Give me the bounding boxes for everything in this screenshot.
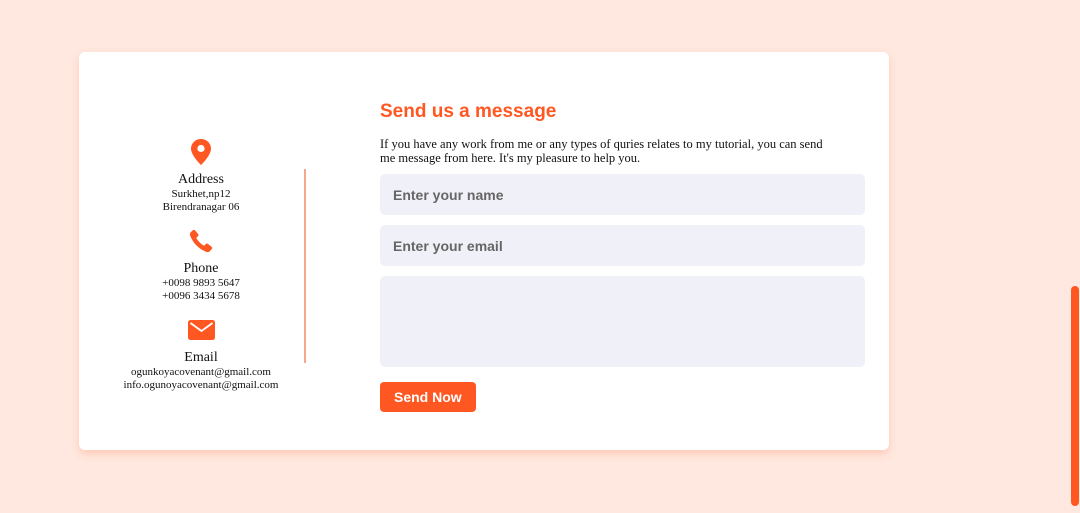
contact-card: Address Surkhet,np12 Birendranagar 06 Ph… xyxy=(79,52,889,450)
phone-line-1: +0098 9893 5647 xyxy=(162,277,240,289)
email-line-2: info.ogunoyacovenant@gmail.com xyxy=(123,379,279,391)
envelope-icon xyxy=(187,316,215,344)
location-pin-icon xyxy=(187,138,215,166)
message-textarea[interactable] xyxy=(380,276,865,367)
email-input[interactable] xyxy=(380,225,865,266)
vertical-divider xyxy=(304,169,306,363)
scrollbar-thumb[interactable] xyxy=(1071,286,1079,506)
form-description: If you have any work from me or any type… xyxy=(380,137,823,165)
address-title: Address xyxy=(178,172,224,187)
address-line-2: Birendranagar 06 xyxy=(162,201,240,213)
contact-info: Address Surkhet,np12 Birendranagar 06 Ph… xyxy=(121,138,281,392)
email-title: Email xyxy=(184,350,218,365)
phone-line-2: +0096 3434 5678 xyxy=(162,290,240,302)
form-heading: Send us a message xyxy=(380,101,557,122)
contact-email: Email ogunkoyacovenant@gmail.com info.og… xyxy=(121,316,281,392)
contact-phone: Phone +0098 9893 5647 +0096 3434 5678 xyxy=(121,227,281,303)
contact-address: Address Surkhet,np12 Birendranagar 06 xyxy=(121,138,281,214)
phone-icon xyxy=(187,227,215,255)
scrollbar-track[interactable] xyxy=(1066,0,1080,513)
send-now-button[interactable]: Send Now xyxy=(380,382,476,412)
address-line-1: Surkhet,np12 xyxy=(171,188,231,200)
name-input[interactable] xyxy=(380,174,865,215)
message-form: Send us a message If you have any work f… xyxy=(380,100,865,412)
phone-title: Phone xyxy=(183,261,219,276)
email-line-1: ogunkoyacovenant@gmail.com xyxy=(131,366,271,378)
